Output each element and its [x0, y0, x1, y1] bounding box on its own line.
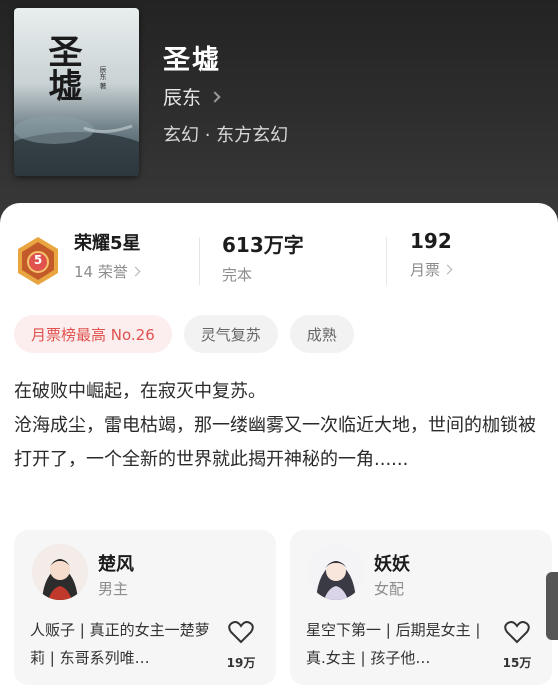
author-link[interactable]: 辰东: [163, 83, 221, 110]
book-title: 圣墟: [163, 45, 221, 76]
heart-icon: [504, 621, 530, 644]
author-name: 辰东: [163, 87, 202, 109]
ticket-label: 月票: [410, 259, 453, 280]
character-avatar: [32, 544, 88, 600]
description-line: 沧海成尘，雷电枯竭，那一缕幽雾又一次临近大地，世间的枷锁被打开了，一个全新的世界…: [14, 415, 536, 470]
character-role: 男主: [98, 580, 129, 598]
character-tags: 人贩子 | 真正的女主一楚萝莉 | 东哥系列唯…: [30, 621, 210, 667]
character-card[interactable]: 楚风 男主 人贩子 | 真正的女主一楚萝莉 | 东哥系列唯… 19万: [14, 530, 276, 685]
cover-author: 辰东 著: [99, 66, 107, 90]
book-header: 圣墟 辰东 著 圣墟 辰东 玄幻 · 东方玄幻: [0, 0, 558, 230]
description-line: 在破败中崛起，在寂灭中复苏。: [14, 381, 266, 402]
honor-count-label: 14 荣誉: [74, 263, 128, 281]
book-cover[interactable]: 圣墟 辰东 著: [14, 8, 139, 176]
word-count-stat: 613万字 完本: [222, 229, 304, 285]
character-name: 妖妖: [374, 554, 410, 575]
chevron-right-icon: [130, 266, 141, 277]
stat-divider: [199, 237, 200, 285]
completion-status: 完本: [222, 266, 253, 284]
heart-icon: [228, 621, 254, 644]
ticket-label-text: 月票: [410, 261, 441, 279]
chevron-right-icon: [209, 90, 221, 103]
like-count: 15万: [502, 656, 532, 670]
side-drawer-handle[interactable]: [546, 572, 558, 640]
word-count: 613万字: [222, 233, 304, 257]
like-count: 19万: [226, 656, 256, 670]
character-avatar: [308, 544, 364, 600]
genre-label: 玄幻 · 东方玄幻: [163, 125, 289, 146]
badge-number: 5: [33, 253, 43, 267]
tag-list: 月票榜最高 No.26 灵气复苏 成熟: [14, 315, 354, 353]
character-role: 女配: [374, 580, 405, 598]
tag-style[interactable]: 成熟: [289, 315, 354, 353]
character-tags: 星空下第一 | 后期是女主 | 真.女主 | 孩子他…: [306, 621, 481, 667]
book-info-card: 5 荣耀5星 14 荣誉 613万字 完本 192 月票 月票榜最高 No.26…: [0, 203, 558, 690]
honor-stat[interactable]: 荣耀5星 14 荣誉: [74, 229, 141, 282]
stats-row: 5 荣耀5星 14 荣誉 613万字 完本 192 月票: [0, 229, 558, 291]
honor-title: 荣耀5星: [74, 233, 141, 254]
cover-title: 圣墟: [42, 34, 82, 102]
book-description[interactable]: 在破败中崛起，在寂灭中复苏。 沧海成尘，雷电枯竭，那一缕幽雾又一次临近大地，世间…: [14, 375, 544, 477]
tag-genre[interactable]: 灵气复苏: [183, 315, 278, 353]
like-button[interactable]: 19万: [226, 620, 256, 671]
tag-ranking[interactable]: 月票榜最高 No.26: [14, 315, 172, 353]
stat-divider: [386, 237, 387, 285]
character-card[interactable]: 妖妖 女配 星空下第一 | 后期是女主 | 真.女主 | 孩子他… 15万: [290, 530, 552, 685]
chevron-right-icon: [442, 264, 453, 275]
honor-count: 14 荣誉: [74, 261, 141, 282]
monthly-ticket-stat[interactable]: 192 月票: [410, 229, 453, 280]
ticket-count: 192: [410, 229, 452, 253]
like-button[interactable]: 15万: [502, 620, 532, 671]
character-name: 楚风: [98, 554, 134, 575]
honor-badge-icon[interactable]: 5: [14, 235, 62, 287]
character-list: 楚风 男主 人贩子 | 真正的女主一楚萝莉 | 东哥系列唯… 19万 妖妖 女配…: [14, 530, 558, 690]
